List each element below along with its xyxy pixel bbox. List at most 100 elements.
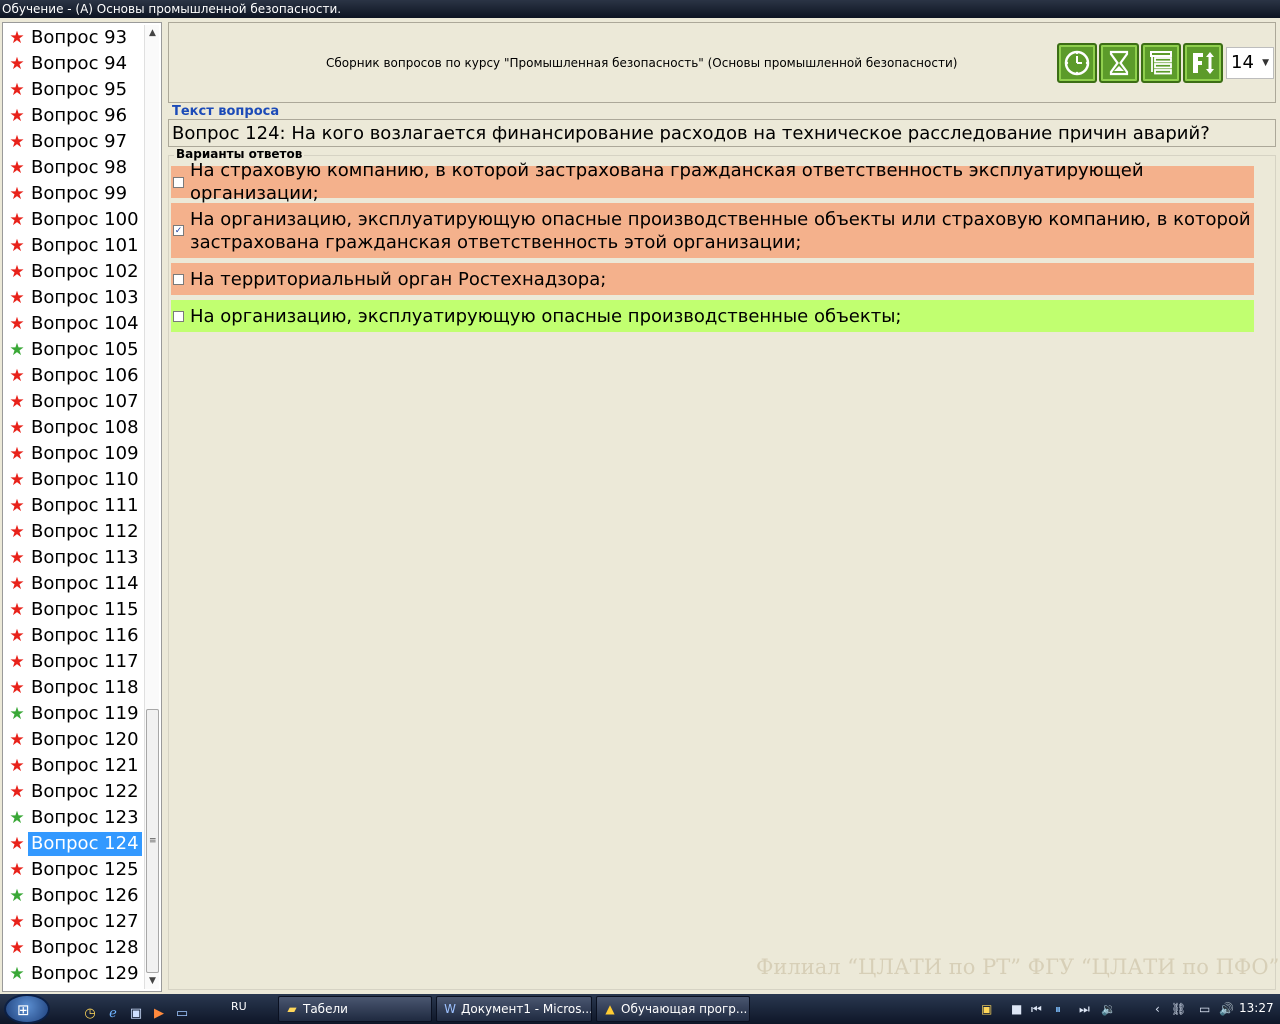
answer-checkbox[interactable]: ✓ bbox=[173, 225, 184, 236]
question-list-item[interactable]: ★ Вопрос 101 bbox=[3, 233, 145, 259]
question-list-item[interactable]: ★ Вопрос 116 bbox=[3, 623, 145, 649]
star-icon: ★ bbox=[9, 210, 25, 230]
start-button[interactable]: ⊞ bbox=[4, 994, 50, 1024]
question-list-label: Вопрос 124 bbox=[28, 832, 142, 856]
question-list-item[interactable]: ★ Вопрос 111 bbox=[3, 493, 145, 519]
answer-text: На территориальный орган Ростехнадзора; bbox=[190, 268, 607, 290]
question-list-label: Вопрос 108 bbox=[31, 417, 139, 438]
question-list-item[interactable]: ★ Вопрос 118 bbox=[3, 675, 145, 701]
answer-option[interactable]: ✓ На организацию, эксплуатирующую опасны… bbox=[171, 203, 1254, 258]
question-list-item[interactable]: ★ Вопрос 98 bbox=[3, 155, 145, 181]
question-list-item[interactable]: ★ Вопрос 95 bbox=[3, 77, 145, 103]
answer-option[interactable]: На страховую компанию, в которой застрах… bbox=[171, 160, 1254, 204]
previous-icon[interactable]: ⏮ bbox=[1031, 1002, 1042, 1017]
question-list-item[interactable]: ★ Вопрос 125 bbox=[3, 857, 145, 883]
language-indicator[interactable]: RU bbox=[231, 1000, 247, 1013]
chevron-down-icon[interactable]: ▼ bbox=[1262, 48, 1269, 78]
clock-quicklaunch-icon[interactable]: ◷ bbox=[82, 1006, 98, 1022]
font-size-button[interactable] bbox=[1183, 43, 1223, 83]
question-list-item[interactable]: ★ Вопрос 110 bbox=[3, 467, 145, 493]
show-desktop-quicklaunch-icon[interactable]: ▭ bbox=[174, 1006, 190, 1022]
scroll-up-arrow-icon[interactable]: ▲ bbox=[145, 25, 160, 41]
star-icon: ★ bbox=[9, 730, 25, 750]
question-list-item[interactable]: ★ Вопрос 112 bbox=[3, 519, 145, 545]
star-icon: ★ bbox=[9, 912, 25, 932]
question-list-item[interactable]: ★ Вопрос 103 bbox=[3, 285, 145, 311]
volume-icon[interactable]: 🔉 bbox=[1101, 1002, 1116, 1016]
chevron-left-icon[interactable]: ‹ bbox=[1155, 1002, 1160, 1016]
question-list-item[interactable]: ★ Вопрос 117 bbox=[3, 649, 145, 675]
media-player-quicklaunch-icon[interactable]: ▶ bbox=[151, 1006, 167, 1022]
watermark: Филиал “ЦЛАТИ по РТ” ФГУ “ЦЛАТИ по ПФО” bbox=[756, 955, 1280, 979]
taskbar-item-training[interactable]: ▲ Обучающая прогр... bbox=[596, 996, 750, 1022]
question-list-item[interactable]: ★ Вопрос 109 bbox=[3, 441, 145, 467]
time-limit-button[interactable] bbox=[1099, 43, 1139, 83]
question-list-item[interactable]: ★ Вопрос 93 bbox=[3, 25, 145, 51]
media-icon[interactable]: ▣ bbox=[981, 1002, 992, 1016]
question-list-item[interactable]: ★ Вопрос 124 bbox=[3, 831, 145, 857]
question-list-item[interactable]: ★ Вопрос 107 bbox=[3, 389, 145, 415]
browser-quicklaunch-icon[interactable]: ℯ bbox=[105, 1006, 121, 1022]
font-size-value: 14 bbox=[1231, 52, 1254, 73]
question-list-label: Вопрос 93 bbox=[31, 27, 128, 48]
answer-text: На страховую компанию, в которой застрах… bbox=[190, 160, 1144, 204]
monitor-icon[interactable]: ▭ bbox=[1199, 1002, 1210, 1016]
font-size-select[interactable]: 14 ▼ bbox=[1226, 47, 1274, 79]
answer-checkbox[interactable] bbox=[173, 176, 184, 188]
question-list-item[interactable]: ★ Вопрос 128 bbox=[3, 935, 145, 961]
stop-icon[interactable]: ■ bbox=[1011, 1002, 1022, 1016]
question-list-item[interactable]: ★ Вопрос 120 bbox=[3, 727, 145, 753]
windows-logo-icon: ⊞ bbox=[17, 1001, 30, 1019]
next-icon[interactable]: ⏭ bbox=[1079, 1002, 1090, 1017]
speaker-icon[interactable]: 🔊 bbox=[1219, 1002, 1234, 1016]
answer-checkbox[interactable] bbox=[173, 273, 184, 285]
question-list-panel: ★ Вопрос 93 ★ Вопрос 94 ★ Вопрос 95 ★ Вопрос 96… bbox=[2, 22, 162, 992]
scroll-thumb[interactable]: ≡ bbox=[146, 709, 159, 973]
question-list-label: Вопрос 106 bbox=[31, 365, 139, 386]
star-icon: ★ bbox=[9, 418, 25, 438]
taskbar-item-tabeli[interactable]: ▰ Табели bbox=[278, 996, 432, 1022]
question-list-item[interactable]: ★ Вопрос 122 bbox=[3, 779, 145, 805]
answer-option[interactable]: На организацию, эксплуатирующую опасные … bbox=[171, 300, 1254, 332]
question-list-item[interactable]: ★ Вопрос 127 bbox=[3, 909, 145, 935]
taskbar-item-label: Обучающая прогр... bbox=[621, 1002, 748, 1016]
question-list-item[interactable]: ★ Вопрос 126 bbox=[3, 883, 145, 909]
star-icon: ★ bbox=[9, 886, 25, 906]
question-list-label: Вопрос 115 bbox=[31, 599, 139, 620]
network-icon[interactable]: ⛓ bbox=[1171, 1002, 1186, 1016]
timer-button[interactable] bbox=[1057, 43, 1097, 83]
pause-icon[interactable]: ⏸ bbox=[1055, 1002, 1061, 1017]
question-list-item[interactable]: ★ Вопрос 106 bbox=[3, 363, 145, 389]
answer-option[interactable]: На территориальный орган Ростехнадзора; bbox=[171, 263, 1254, 295]
question-list-scrollbar[interactable]: ▲ ≡ ▼ bbox=[144, 25, 159, 989]
question-list-item[interactable]: ★ Вопрос 114 bbox=[3, 571, 145, 597]
question-list-item[interactable]: ★ Вопрос 129 bbox=[3, 961, 145, 987]
question-list-item[interactable]: ★ Вопрос 119 bbox=[3, 701, 145, 727]
question-list-item[interactable]: ★ Вопрос 105 bbox=[3, 337, 145, 363]
question-list-item[interactable]: ★ Вопрос 108 bbox=[3, 415, 145, 441]
answer-checkbox[interactable] bbox=[173, 310, 184, 322]
list-icon bbox=[1150, 51, 1172, 75]
question-list-item[interactable]: ★ Вопрос 104 bbox=[3, 311, 145, 337]
star-icon: ★ bbox=[9, 392, 25, 412]
question-list-item[interactable]: ★ Вопрос 123 bbox=[3, 805, 145, 831]
taskbar-item-word[interactable]: W Документ1 - Micros... bbox=[436, 996, 592, 1022]
question-list-label: Вопрос 95 bbox=[31, 79, 128, 100]
question-list-item[interactable]: ★ Вопрос 96 bbox=[3, 103, 145, 129]
question-list-label: Вопрос 99 bbox=[31, 183, 128, 204]
scroll-down-arrow-icon[interactable]: ▼ bbox=[145, 973, 160, 989]
question-list-item[interactable]: ★ Вопрос 102 bbox=[3, 259, 145, 285]
word-icon: W bbox=[444, 1002, 456, 1016]
question-list-item[interactable]: ★ Вопрос 97 bbox=[3, 129, 145, 155]
question-list-item[interactable]: ★ Вопрос 99 bbox=[3, 181, 145, 207]
question-list-item[interactable]: ★ Вопрос 94 bbox=[3, 51, 145, 77]
star-icon: ★ bbox=[9, 236, 25, 256]
question-list-label: Вопрос 117 bbox=[31, 651, 139, 672]
question-list-item[interactable]: ★ Вопрос 113 bbox=[3, 545, 145, 571]
question-list-item[interactable]: ★ Вопрос 121 bbox=[3, 753, 145, 779]
desktop-quicklaunch-icon[interactable]: ▣ bbox=[128, 1006, 144, 1022]
question-list-item[interactable]: ★ Вопрос 100 bbox=[3, 207, 145, 233]
font-size-icon bbox=[1193, 52, 1214, 74]
question-list-item[interactable]: ★ Вопрос 115 bbox=[3, 597, 145, 623]
question-list-button[interactable] bbox=[1141, 43, 1181, 83]
